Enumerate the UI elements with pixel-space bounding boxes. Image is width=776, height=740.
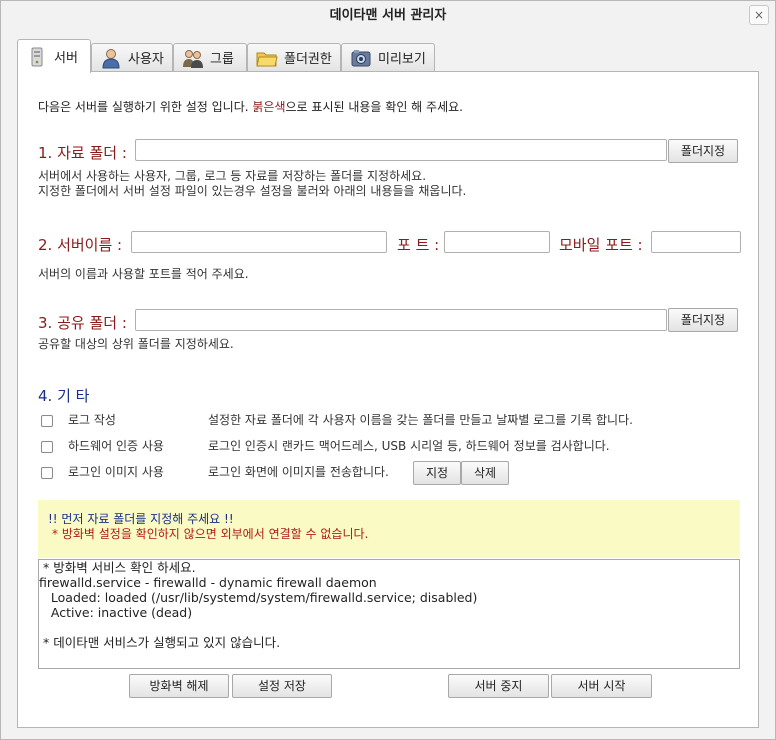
group-icon	[183, 49, 203, 68]
log-line: firewalld.service - firewalld - dynamic …	[39, 575, 377, 590]
main-window: 데이타맨 서버 관리자 × 서버 사용자 그룹 폴더권한 미리보기 다음은 서버…	[0, 0, 776, 740]
data-folder-select-button[interactable]: 폴더지정	[668, 139, 738, 163]
log-line: * 방화벽 서비스 확인 하세요.	[39, 560, 196, 575]
port-input[interactable]	[444, 231, 550, 253]
server-name-label: 2. 서버이름 :	[38, 236, 123, 254]
log-line: * 데이타맨 서비스가 실행되고 있지 않습니다.	[39, 635, 281, 650]
log-option-desc: 설정한 자료 폴더에 각 사용자 이름을 갖는 폴더를 만들고 날짜별 로그를 …	[208, 413, 633, 427]
tab-preview[interactable]: 미리보기	[341, 43, 435, 71]
tab-preview-label: 미리보기	[378, 52, 426, 67]
intro-text-after: 으로 표시된 내용을 확인 해 주세요.	[285, 100, 463, 114]
data-folder-label: 1. 자료 폴더 :	[38, 144, 127, 162]
start-server-button[interactable]: 서버 시작	[551, 674, 652, 698]
preview-icon	[351, 49, 371, 66]
mobile-port-label: 모바일 포트 :	[559, 236, 643, 254]
folder-icon	[256, 52, 278, 66]
log-line: Loaded: loaded (/usr/lib/systemd/system/…	[39, 590, 478, 605]
shared-folder-label: 3. 공유 폴더 :	[38, 314, 127, 332]
hardware-auth-checkbox[interactable]	[41, 441, 53, 453]
data-folder-desc-2: 지정한 폴더에서 서버 설정 파일이 있는경우 설정을 불러와 아래의 내용들을…	[38, 184, 467, 198]
tab-user[interactable]: 사용자	[91, 43, 173, 71]
log-option-label: 로그 작성	[68, 413, 116, 427]
shared-folder-select-button[interactable]: 폴더지정	[668, 308, 738, 332]
mobile-port-input[interactable]	[651, 231, 741, 253]
shared-folder-input[interactable]	[135, 309, 667, 331]
tab-group[interactable]: 그룹	[173, 43, 247, 71]
stop-server-button[interactable]: 서버 중지	[448, 674, 549, 698]
log-line: Active: inactive (dead)	[39, 605, 193, 620]
warning-box: !! 먼저 자료 폴더를 지정해 주세요 !! * 방화벽 설정을 확인하지 않…	[38, 500, 740, 558]
shared-folder-desc: 공유할 대상의 상위 폴더를 지정하세요.	[38, 337, 234, 351]
user-icon	[102, 48, 120, 68]
data-folder-desc-1: 서버에서 사용하는 사용자, 그룹, 로그 등 자료를 저장하는 폴더를 지정하…	[38, 169, 427, 183]
intro-text-before: 다음은 서버를 실행하기 위한 설정 입니다.	[38, 100, 253, 114]
hardware-auth-option-desc: 로그인 인증시 랜카드 맥어드레스, USB 시리얼 등, 하드웨어 정보를 검…	[208, 439, 610, 453]
etc-section-label: 4. 기 타	[38, 387, 90, 405]
window-title: 데이타맨 서버 관리자	[329, 8, 447, 23]
port-label: 포 트 :	[397, 236, 440, 254]
tab-server-label: 서버	[54, 51, 78, 66]
login-image-set-button[interactable]: 지정	[413, 461, 461, 485]
login-image-checkbox[interactable]	[41, 467, 53, 479]
server-name-input[interactable]	[131, 231, 387, 253]
close-button[interactable]: ×	[749, 5, 769, 25]
server-settings-panel: 다음은 서버를 실행하기 위한 설정 입니다. 붉은색으로 표시된 내용을 확인…	[17, 71, 759, 728]
server-name-desc: 서버의 이름과 사용할 포트를 적어 주세요.	[38, 267, 249, 281]
login-image-option-desc: 로그인 화면에 이미지를 전송합니다.	[208, 465, 389, 479]
intro-text: 다음은 서버를 실행하기 위한 설정 입니다. 붉은색으로 표시된 내용을 확인…	[38, 98, 463, 115]
hardware-auth-option-label: 하드웨어 인증 사용	[68, 439, 164, 453]
warning-line-2: * 방화벽 설정을 확인하지 않으면 외부에서 연결할 수 없습니다.	[52, 527, 369, 541]
tab-server[interactable]: 서버	[17, 39, 91, 73]
data-folder-input[interactable]	[135, 139, 667, 161]
tab-folder-permission[interactable]: 폴더권한	[247, 43, 341, 71]
log-checkbox[interactable]	[41, 415, 53, 427]
save-settings-button[interactable]: 설정 저장	[232, 674, 332, 698]
firewall-off-button[interactable]: 방화벽 해제	[129, 674, 229, 698]
intro-highlight: 붉은색	[252, 100, 286, 114]
login-image-delete-button[interactable]: 삭제	[461, 461, 509, 485]
tab-folder-permission-label: 폴더권한	[284, 52, 332, 67]
tab-group-label: 그룹	[210, 52, 234, 67]
login-image-option-label: 로그인 이미지 사용	[68, 465, 164, 479]
server-icon	[31, 47, 43, 66]
status-log[interactable]: * 방화벽 서비스 확인 하세요. firewalld.service - fi…	[38, 559, 740, 669]
tab-user-label: 사용자	[128, 52, 164, 67]
